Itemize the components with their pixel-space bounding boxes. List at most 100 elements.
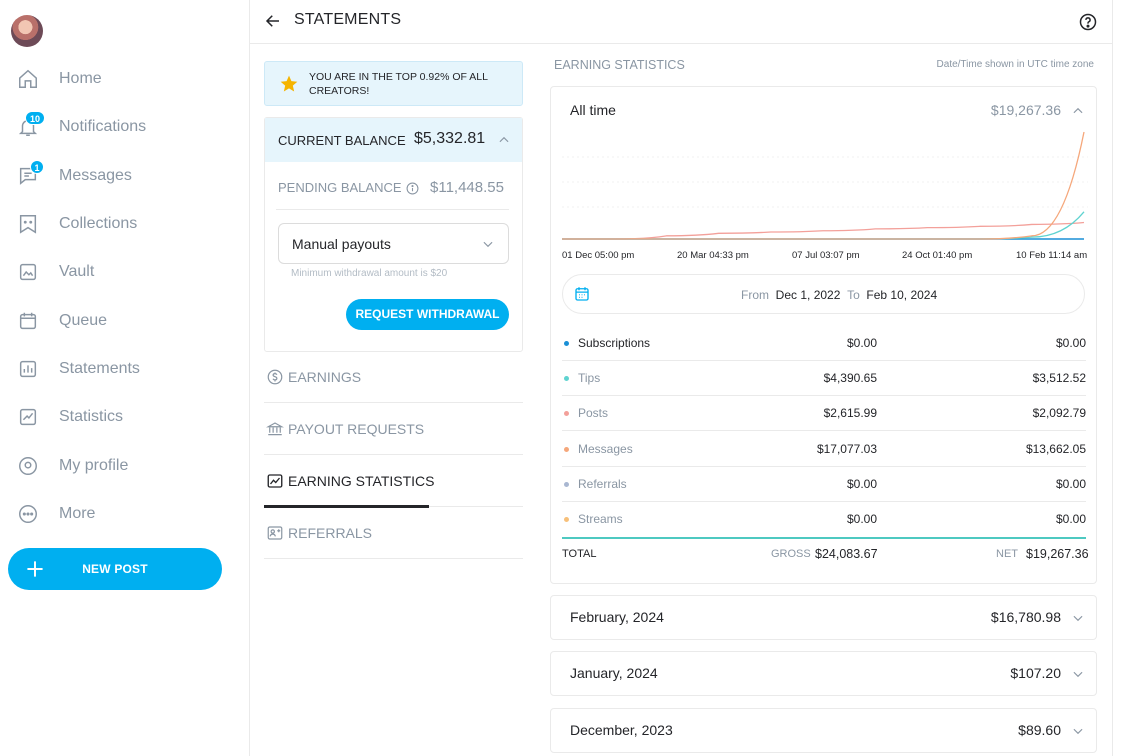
month-row-february-2024[interactable]: February, 2024 $16,780.98 [550, 595, 1097, 640]
date-range-picker[interactable]: From Dec 1, 2022 To Feb 10, 2024 [562, 274, 1085, 314]
min-withdrawal-note: Minimum withdrawal amount is $20 [291, 268, 448, 279]
total-row: TOTAL GROSS $24,083.67 NET $19,267.36 [562, 539, 1089, 573]
statistics-icon [19, 408, 37, 426]
sidebar-item-label: Vault [59, 263, 95, 280]
x-tick-label: 07 Jul 03:07 pm [792, 250, 860, 261]
new-post-label: NEW POST [82, 562, 148, 576]
tab-earning-statistics[interactable]: EARNING STATISTICS [264, 455, 523, 508]
page-title: STATEMENTS [294, 11, 402, 28]
current-balance-row[interactable]: CURRENT BALANCE $5,332.81 [265, 118, 522, 162]
period-label: All time [570, 102, 616, 118]
new-post-button[interactable]: NEW POST [8, 548, 222, 590]
sidebar-item-statements[interactable]: Statements [0, 349, 250, 389]
messages-badge: 1 [30, 160, 44, 174]
chart-series-line-1 [562, 221, 1085, 240]
category-label: Tips [578, 371, 601, 385]
tab-referrals[interactable]: REFERRALS [264, 507, 523, 559]
collections-icon [19, 215, 37, 234]
sidebar-item-label: Statistics [59, 408, 124, 425]
current-balance-value: $5,332.81 [414, 130, 486, 147]
home-icon [19, 69, 37, 88]
more-icon [19, 505, 37, 523]
calendar-icon [575, 287, 589, 301]
statements-icon [19, 360, 37, 378]
sidebar-item-my-profile[interactable]: My profile [0, 446, 250, 486]
date-to-label: To [847, 288, 860, 302]
chevron-up-icon[interactable] [497, 133, 511, 147]
category-label: Posts [578, 406, 609, 420]
category-label: Messages [578, 442, 633, 456]
net-value: $0.00 [1055, 512, 1086, 526]
page-header: STATEMENTS [250, 0, 1112, 44]
gross-value: $0.00 [846, 512, 877, 526]
posts-dot [564, 411, 569, 416]
payout-method-select[interactable]: Manual payouts [278, 223, 509, 264]
timezone-note: Date/Time shown in UTC time zone [936, 59, 1094, 70]
top-creator-text: YOU ARE IN THE TOP 0.92% OF ALL CREATORS… [309, 71, 488, 97]
back-arrow-icon[interactable] [264, 12, 282, 30]
current-balance-label: CURRENT BALANCE [278, 133, 406, 148]
chart-line-icon [267, 474, 283, 488]
tab-label: EARNINGS [288, 369, 362, 385]
earning-statistics-heading: EARNING STATISTICS [554, 58, 685, 72]
sidebar: Home 10 Notifications 1 Messages Collect… [0, 0, 250, 756]
sidebar-item-label: Notifications [59, 118, 147, 135]
sidebar-item-collections[interactable]: Collections [0, 204, 250, 244]
date-from-label: From [741, 288, 769, 302]
avatar[interactable] [11, 15, 43, 47]
sidebar-item-messages[interactable]: 1 Messages [0, 156, 250, 196]
scroll-edge [1112, 0, 1113, 756]
tab-payout-requests[interactable]: PAYOUT REQUESTS [264, 403, 523, 455]
net-value: $3,512.52 [1032, 371, 1086, 385]
pending-balance-value: $11,448.55 [430, 179, 504, 196]
tips-dot [564, 376, 569, 381]
pending-balance-row: PENDING BALANCE $11,448.55 [278, 179, 510, 200]
x-tick-label: 01 Dec 05:00 pm [562, 250, 635, 261]
tab-earnings[interactable]: EARNINGS [264, 351, 523, 403]
referrals-dot [564, 482, 569, 487]
month-row-december-2023[interactable]: December, 2023 $89.60 [550, 708, 1097, 753]
sidebar-item-queue[interactable]: Queue [0, 301, 250, 341]
info-icon[interactable] [406, 182, 419, 195]
category-label: Streams [578, 512, 623, 526]
profile-icon [19, 457, 37, 475]
gross-label: GROSS [771, 548, 811, 560]
sidebar-item-home[interactable]: Home [0, 59, 250, 99]
earnings-chart-svg [562, 131, 1088, 240]
star-icon [280, 75, 298, 92]
sidebar-item-label: My profile [59, 457, 129, 474]
sidebar-item-vault[interactable]: Vault [0, 252, 250, 292]
vault-icon [19, 263, 37, 281]
month-label: January, 2024 [570, 665, 658, 681]
sidebar-item-label: More [59, 505, 96, 522]
streams-dot [564, 517, 569, 522]
x-tick-label: 24 Oct 01:40 pm [902, 250, 973, 261]
month-row-january-2024[interactable]: January, 2024 $107.20 [550, 651, 1097, 696]
breakdown-row: Subscriptions $0.00 $0.00 [562, 325, 1086, 361]
chevron-down-icon [483, 241, 493, 248]
calendar-icon [19, 312, 37, 330]
subscriptions-dot [564, 341, 569, 346]
tab-label: PAYOUT REQUESTS [288, 421, 425, 437]
help-icon[interactable] [1078, 12, 1098, 32]
chevron-up-icon[interactable] [1071, 104, 1085, 118]
request-withdrawal-button[interactable]: REQUEST WITHDRAWAL [346, 299, 509, 330]
net-total: $19,267.36 [1026, 547, 1089, 561]
date-range-text: From Dec 1, 2022 To Feb 10, 2024 [741, 288, 937, 302]
sidebar-item-statistics[interactable]: Statistics [0, 397, 250, 437]
sidebar-item-more[interactable]: More [0, 494, 250, 534]
sidebar-item-notifications[interactable]: 10 Notifications [0, 107, 250, 147]
gross-total: $24,083.67 [815, 547, 878, 561]
total-label: TOTAL [562, 548, 597, 560]
category-label: Subscriptions [578, 336, 651, 350]
sidebar-item-label: Queue [59, 312, 108, 329]
notifications-badge: 10 [25, 111, 45, 125]
net-label: NET [996, 548, 1018, 560]
earning-statistics-card: All time $19,267.36 01 Dec 05:00 pm 20 M… [550, 86, 1097, 584]
breakdown-row: Posts $2,615.99 $2,092.79 [562, 395, 1086, 431]
x-tick-label: 20 Mar 04:33 pm [677, 250, 749, 261]
earnings-chart: 01 Dec 05:00 pm 20 Mar 04:33 pm 07 Jul 0… [562, 127, 1088, 267]
pending-balance-label: PENDING BALANCE [278, 180, 402, 195]
chevron-down-icon [1073, 671, 1083, 678]
category-label: Referrals [578, 477, 627, 491]
